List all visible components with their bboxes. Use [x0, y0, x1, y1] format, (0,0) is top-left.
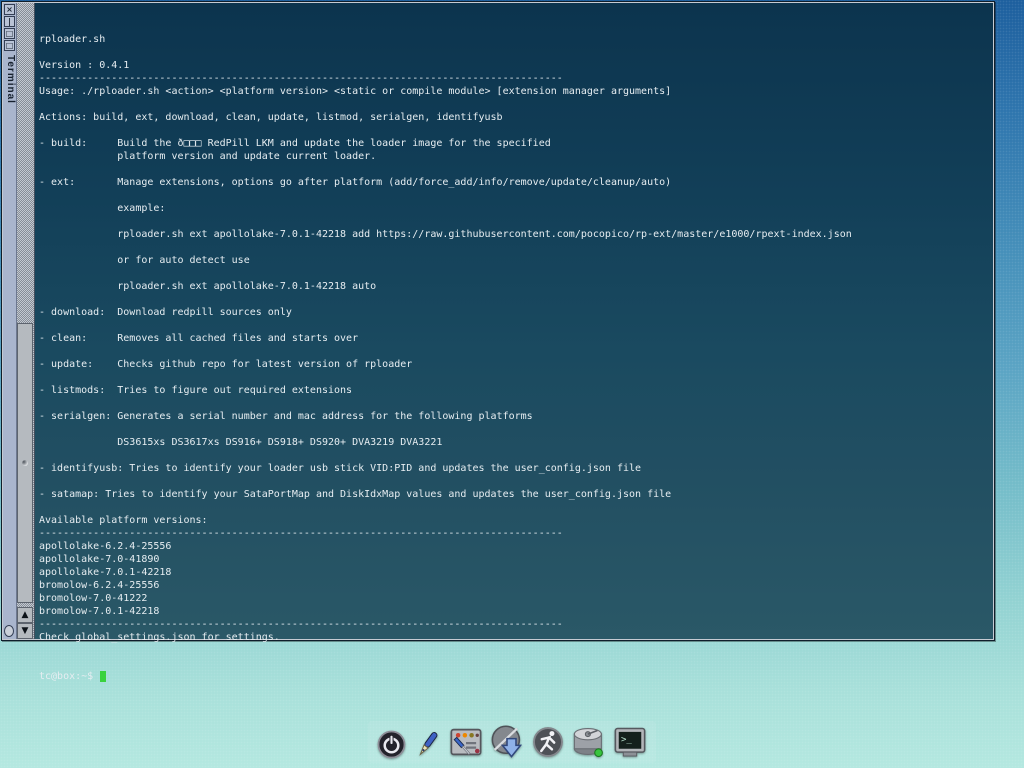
terminal-line: or for auto detect use: [39, 254, 852, 267]
terminal-line: - satamap: Tries to identify your SataPo…: [39, 488, 852, 501]
terminal-line: [39, 345, 852, 358]
terminal-line: platform version and update current load…: [39, 150, 852, 163]
terminal-output: rploader.sh Version : 0.4.1-------------…: [39, 33, 852, 644]
window-title: Terminal: [3, 55, 16, 104]
terminal-line: - download: Download redpill sources onl…: [39, 306, 852, 319]
shell-prompt: tc@box:~$: [39, 671, 99, 682]
scroll-down-button[interactable]: ▼: [17, 623, 33, 639]
terminal-line: Available platform versions:: [39, 514, 852, 527]
desktop: c tiny re × | □ □ Terminal: [0, 0, 1024, 768]
svg-text:>_: >_: [621, 735, 632, 745]
run-command-icon[interactable]: [530, 724, 566, 760]
close-button[interactable]: ×: [4, 4, 15, 15]
terminal-line: [39, 371, 852, 384]
terminal-line: [39, 319, 852, 332]
terminal-screen[interactable]: rploader.sh Version : 0.4.1-------------…: [35, 3, 993, 639]
terminal-line: bromolow-6.2.4-25556: [39, 579, 852, 592]
terminal-line: [39, 163, 852, 176]
terminal-line: [39, 397, 852, 410]
terminal-line: - build: Build the ð□□□ RedPill LKM and …: [39, 137, 852, 150]
terminal-line: ----------------------------------------…: [39, 618, 852, 631]
terminal-line: [39, 98, 852, 111]
terminal-line: rploader.sh: [39, 33, 852, 46]
terminal-line: rploader.sh ext apollolake-7.0.1-42218 a…: [39, 228, 852, 241]
terminal-line: [39, 475, 852, 488]
terminal-line: bromolow-7.0.1-42218: [39, 605, 852, 618]
scroll-up-button[interactable]: ▲: [17, 607, 33, 623]
terminal-line: ----------------------------------------…: [39, 72, 852, 85]
terminal-line: [39, 449, 852, 462]
terminal-line: bromolow-7.0-41222: [39, 592, 852, 605]
scrollbar-thumb-dimple: [22, 460, 28, 466]
power-icon[interactable]: [376, 729, 407, 760]
mount-tool-icon[interactable]: [571, 724, 607, 760]
terminal-window: × | □ □ Terminal ▲ ▼ rploader: [1, 1, 995, 641]
terminal-line: [39, 267, 852, 280]
terminal-emulator-icon[interactable]: >_: [612, 724, 648, 760]
terminal-line: apollolake-6.2.4-25556: [39, 540, 852, 553]
terminal-line: Actions: build, ext, download, clean, up…: [39, 111, 852, 124]
control-panel-icon[interactable]: [448, 724, 484, 760]
terminal-line: - serialgen: Generates a serial number a…: [39, 410, 852, 423]
terminal-line: [39, 501, 852, 514]
terminal-line: rploader.sh ext apollolake-7.0.1-42218 a…: [39, 280, 852, 293]
minimize-button[interactable]: |: [4, 16, 15, 27]
window-frame: × | □ □ Terminal ▲ ▼ rploader: [3, 3, 993, 639]
terminal-line: ----------------------------------------…: [39, 527, 852, 540]
titlebar-oval-button[interactable]: [4, 625, 14, 637]
terminal-line: apollolake-7.0.1-42218: [39, 566, 852, 579]
scrollbar-track[interactable]: ▲ ▼: [17, 3, 35, 639]
terminal-line: - clean: Removes all cached files and st…: [39, 332, 852, 345]
shell-prompt-row: tc@box:~$: [39, 670, 852, 683]
terminal-line: Usage: ./rploader.sh <action> <platform …: [39, 85, 852, 98]
window-titlebar[interactable]: × | □ □ Terminal: [3, 3, 17, 639]
terminal-line: - listmods: Tries to figure out required…: [39, 384, 852, 397]
terminal-line: [39, 241, 852, 254]
terminal-line: Check global_settings.json for settings.: [39, 631, 852, 644]
maximize-button[interactable]: □: [4, 28, 15, 39]
restore-button[interactable]: □: [4, 40, 15, 51]
terminal-line: - identifyusb: Tries to identify your lo…: [39, 462, 852, 475]
terminal-line: [39, 124, 852, 137]
terminal-line: Version : 0.4.1: [39, 59, 852, 72]
wbar-dock: >_: [368, 721, 656, 763]
terminal-line: example:: [39, 202, 852, 215]
app-browser-icon[interactable]: [489, 724, 525, 760]
terminal-line: - update: Checks github repo for latest …: [39, 358, 852, 371]
terminal-line: apollolake-7.0-41890: [39, 553, 852, 566]
terminal-line: [39, 189, 852, 202]
terminal-line: DS3615xs DS3617xs DS916+ DS918+ DS920+ D…: [39, 436, 852, 449]
pen-tool-icon[interactable]: [412, 729, 443, 760]
terminal-line: [39, 423, 852, 436]
terminal-line: [39, 293, 852, 306]
terminal-line: [39, 46, 852, 59]
terminal-cursor: [100, 671, 106, 682]
terminal-line: [39, 215, 852, 228]
terminal-line: - ext: Manage extensions, options go aft…: [39, 176, 852, 189]
scrollbar-thumb[interactable]: [17, 323, 33, 603]
